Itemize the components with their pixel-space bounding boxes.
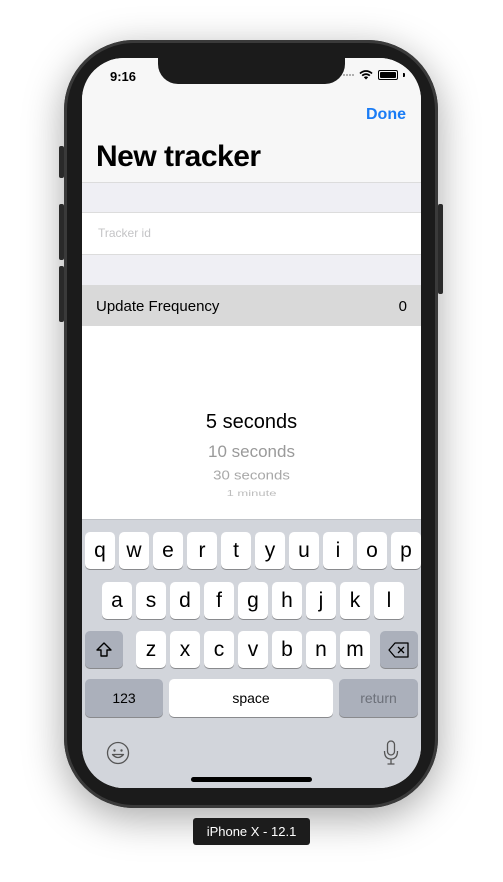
battery-tip: [403, 73, 405, 77]
update-frequency-value: 0: [398, 298, 407, 315]
key-l[interactable]: l: [374, 582, 404, 619]
tracker-id-input[interactable]: [96, 225, 400, 241]
key-c[interactable]: c: [204, 631, 234, 668]
update-frequency-label: Update Frequency: [96, 298, 220, 315]
keyboard: q w e r t y u i o p a s d f g h j k l z …: [82, 519, 421, 788]
picker-option[interactable]: 30 seconds: [82, 468, 421, 483]
key-h[interactable]: h: [272, 582, 302, 619]
picker-option[interactable]: 10 seconds: [82, 442, 421, 462]
microphone-icon[interactable]: [383, 740, 399, 766]
silent-switch: [59, 146, 64, 178]
key-g[interactable]: g: [238, 582, 268, 619]
battery-icon: [378, 70, 398, 80]
key-b[interactable]: b: [272, 631, 302, 668]
home-indicator[interactable]: [191, 777, 312, 782]
key-w[interactable]: w: [119, 532, 149, 569]
key-d[interactable]: d: [170, 582, 200, 619]
notch: [158, 58, 345, 84]
device-label: iPhone X - 12.1: [193, 818, 310, 845]
section-spacer: [82, 254, 421, 285]
key-p[interactable]: p: [391, 532, 421, 569]
volume-down-button: [59, 266, 64, 322]
key-u[interactable]: u: [289, 532, 319, 569]
page-title: New tracker: [96, 140, 261, 173]
wifi-icon: [359, 70, 373, 80]
key-m[interactable]: m: [340, 631, 370, 668]
update-frequency-row[interactable]: Update Frequency 0: [82, 285, 421, 326]
key-a[interactable]: a: [102, 582, 132, 619]
signal-icon: [343, 74, 354, 76]
tracker-id-field[interactable]: [82, 213, 421, 254]
key-i[interactable]: i: [323, 532, 353, 569]
key-q[interactable]: q: [85, 532, 115, 569]
key-t[interactable]: t: [221, 532, 251, 569]
picker-option-selected[interactable]: 5 seconds: [82, 411, 421, 434]
shift-key[interactable]: [85, 631, 123, 668]
key-y[interactable]: y: [255, 532, 285, 569]
shift-icon: [96, 641, 112, 657]
power-button: [438, 204, 443, 294]
done-button[interactable]: Done: [366, 106, 406, 124]
key-s[interactable]: s: [136, 582, 166, 619]
section-spacer: [82, 182, 421, 213]
return-key[interactable]: return: [339, 679, 418, 717]
key-o[interactable]: o: [357, 532, 387, 569]
delete-icon: [388, 641, 409, 658]
key-e[interactable]: e: [153, 532, 183, 569]
emoji-icon[interactable]: [106, 741, 130, 765]
key-n[interactable]: n: [306, 631, 336, 668]
picker-option[interactable]: 1 minute: [82, 489, 421, 498]
key-r[interactable]: r: [187, 532, 217, 569]
key-v[interactable]: v: [238, 631, 268, 668]
phone-screen: Done New tracker 9:16 Update Frequency 0…: [82, 58, 421, 788]
space-key[interactable]: space: [169, 679, 333, 717]
key-f[interactable]: f: [204, 582, 234, 619]
volume-up-button: [59, 204, 64, 260]
key-k[interactable]: k: [340, 582, 370, 619]
status-indicators: [343, 70, 405, 80]
key-z[interactable]: z: [136, 631, 166, 668]
key-j[interactable]: j: [306, 582, 336, 619]
status-time: 9:16: [110, 69, 137, 84]
frequency-picker[interactable]: 5 seconds 10 seconds 30 seconds 1 minute: [82, 326, 421, 519]
numbers-key[interactable]: 123: [85, 679, 163, 717]
key-x[interactable]: x: [170, 631, 200, 668]
delete-key[interactable]: [380, 631, 418, 668]
